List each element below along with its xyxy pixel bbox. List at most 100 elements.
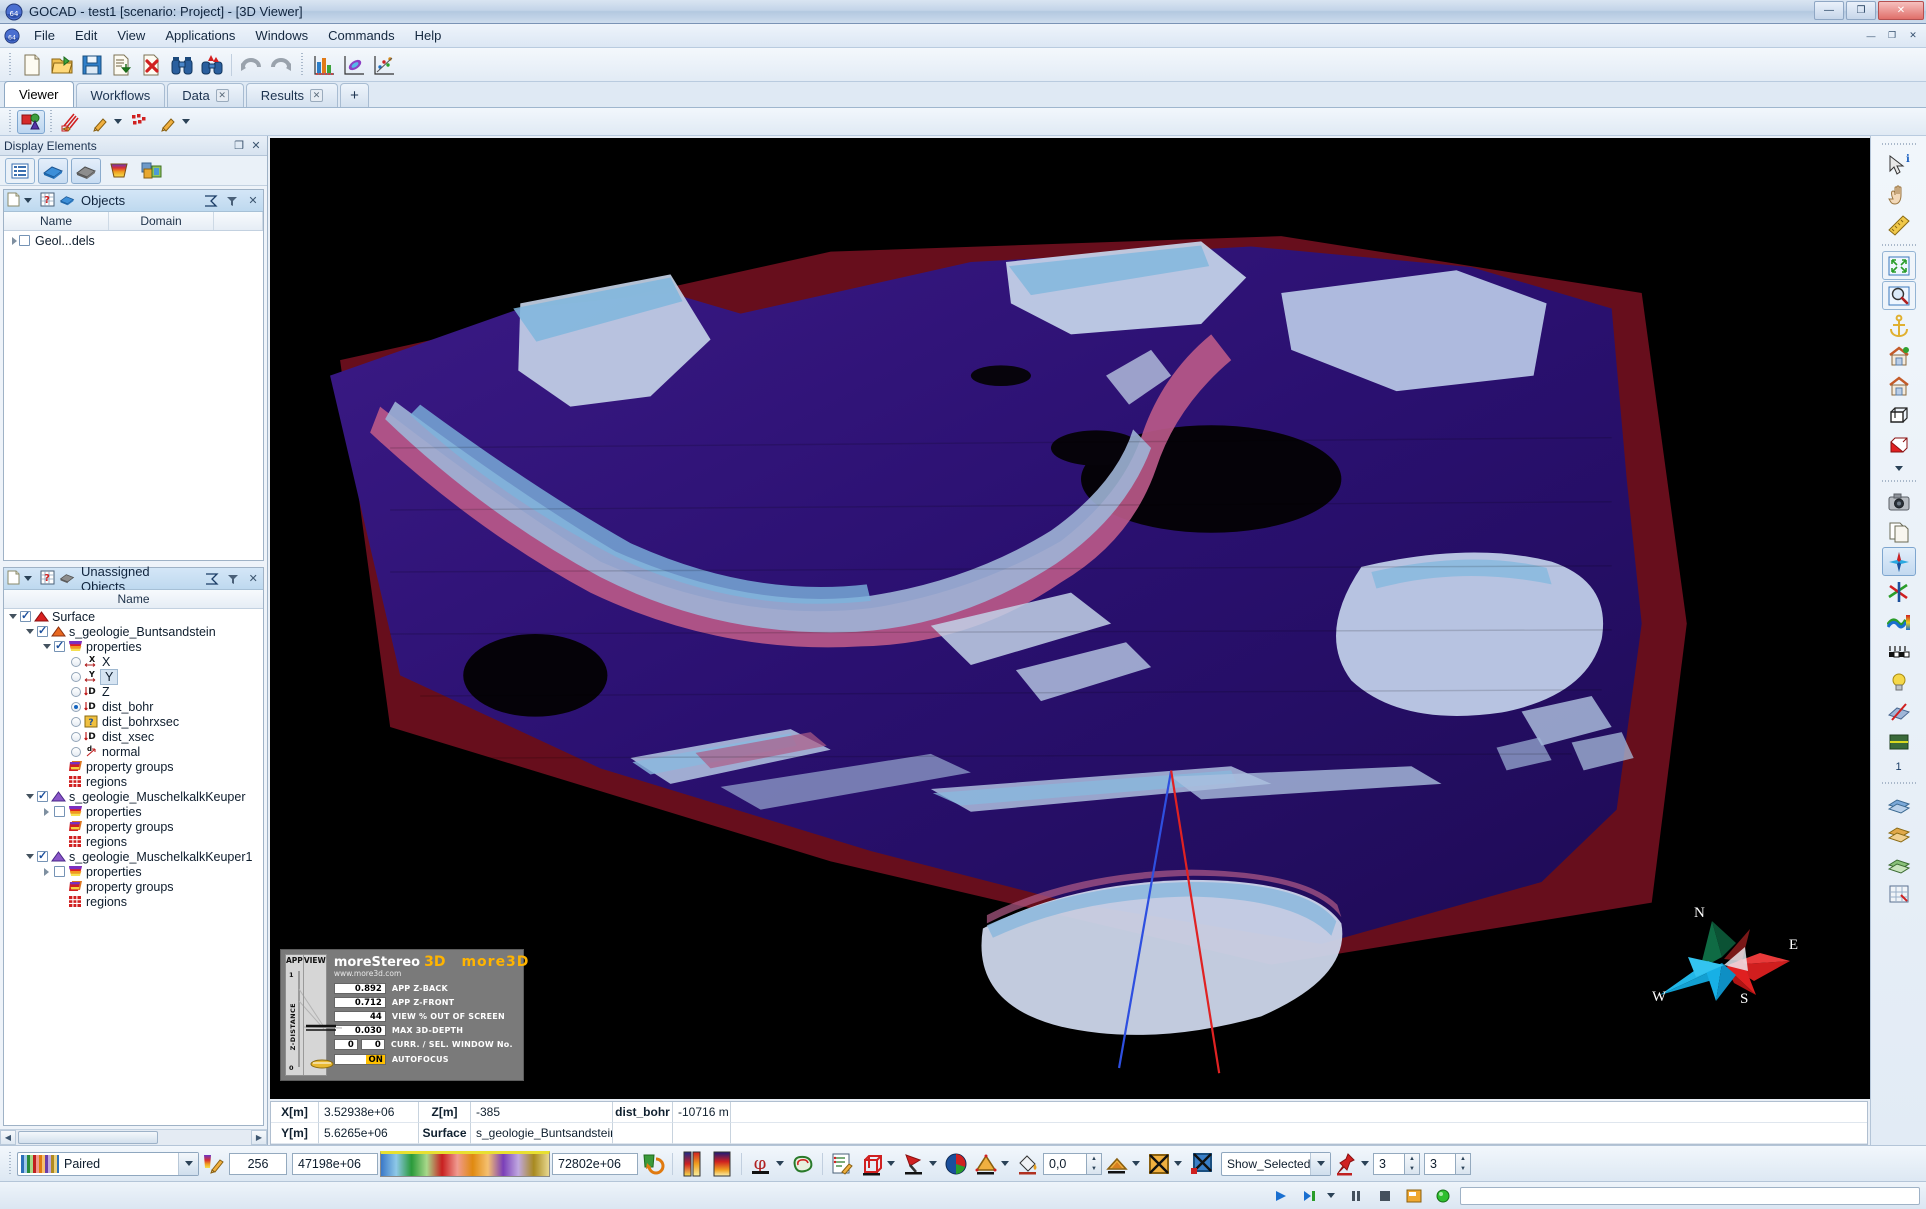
minimize-button[interactable]: —	[1814, 1, 1844, 20]
property-radio[interactable]	[71, 671, 81, 682]
region-outline-icon[interactable]	[788, 1150, 818, 1178]
step-dropdown-icon[interactable]	[1327, 1193, 1335, 1198]
chevron-down-icon[interactable]	[24, 198, 32, 203]
tree-row-property-groups[interactable]: property groups	[4, 879, 263, 894]
colormap-select[interactable]: Paired	[17, 1151, 199, 1176]
bounding-box-icon[interactable]	[1882, 401, 1916, 430]
funnel-icon[interactable]	[225, 194, 239, 208]
layer-number-icon[interactable]: 1	[1882, 757, 1916, 777]
pause-icon[interactable]	[1344, 1186, 1368, 1206]
tree-row-properties[interactable]: properties	[4, 639, 263, 654]
phi-property-icon[interactable]: φ	[746, 1150, 776, 1178]
x-marker-icon[interactable]	[1144, 1150, 1174, 1178]
unassigned-col-name[interactable]: Name	[4, 590, 263, 608]
undock-icon[interactable]: ❐	[232, 139, 246, 153]
tree-row-property-groups[interactable]: property groups	[4, 759, 263, 774]
draw-points-dropdown-icon[interactable]	[182, 119, 190, 124]
edit-properties-icon[interactable]	[827, 1150, 857, 1178]
maximize-button[interactable]: ❐	[1846, 1, 1876, 20]
close-icon[interactable]: ✕	[249, 139, 263, 153]
tree-row-dist-xsec[interactable]: Ddist_xsec	[4, 729, 263, 744]
undo-icon[interactable]	[236, 51, 266, 79]
objects-tree-body[interactable]: Geol...dels	[4, 231, 263, 560]
red-flag-icon[interactable]	[899, 1150, 929, 1178]
right-toolbar-grip-4[interactable]	[1881, 780, 1916, 787]
right-toolbar-grip-2[interactable]	[1881, 242, 1916, 249]
object-display-icon[interactable]	[17, 109, 45, 134]
scatter-density-icon[interactable]	[339, 51, 369, 79]
app-menu-icon[interactable]: 64	[4, 27, 20, 44]
show-mode-dropdown-icon[interactable]	[1310, 1152, 1330, 1175]
solid-box-icon[interactable]	[1882, 431, 1916, 460]
visibility-checkbox[interactable]	[54, 866, 65, 877]
save-icon[interactable]	[77, 51, 107, 79]
tree-row-y[interactable]: YY	[4, 668, 263, 685]
tree-row-property-groups[interactable]: property groups	[4, 819, 263, 834]
property-radio[interactable]	[71, 701, 81, 712]
close-button[interactable]: ✕	[1878, 1, 1924, 20]
paint-bucket-icon[interactable]	[1013, 1150, 1043, 1178]
mdi-close-button[interactable]: ✕	[1904, 28, 1922, 44]
delete-icon[interactable]	[137, 51, 167, 79]
camera-icon[interactable]	[1882, 487, 1916, 516]
tree-row-z[interactable]: DZ	[4, 684, 263, 699]
tree-row-regions[interactable]: regions	[4, 834, 263, 849]
funnel-icon[interactable]	[226, 572, 240, 586]
visibility-checkbox[interactable]	[37, 849, 48, 862]
measure-ruler-icon[interactable]	[1882, 210, 1916, 239]
home-new-icon[interactable]	[1882, 341, 1916, 370]
open-folder-icon[interactable]	[47, 51, 77, 79]
bar-chart-icon[interactable]	[309, 51, 339, 79]
pie-sphere-icon[interactable]	[941, 1150, 971, 1178]
draw-points-icon[interactable]	[126, 110, 154, 134]
visibility-checkbox[interactable]	[20, 609, 31, 622]
menu-file[interactable]: File	[24, 25, 65, 46]
expander-icon[interactable]	[42, 807, 51, 816]
tree-row-regions[interactable]: regions	[4, 894, 263, 909]
pencil-lines-icon[interactable]	[86, 110, 114, 134]
scatter-plot-icon[interactable]	[369, 51, 399, 79]
color-palette-icon[interactable]	[104, 158, 134, 184]
visibility-checkbox[interactable]	[37, 789, 48, 802]
pushpin-dropdown-icon[interactable]	[1361, 1161, 1369, 1166]
copy-pages-icon[interactable]	[1882, 517, 1916, 546]
sort-icon[interactable]	[205, 572, 219, 586]
x-marker-blue-icon[interactable]	[1186, 1150, 1216, 1178]
menu-commands[interactable]: Commands	[318, 25, 404, 46]
visibility-checkbox[interactable]	[54, 639, 65, 652]
opacity-stepper[interactable]: ▲ ▼	[1087, 1152, 1102, 1175]
clip-plane-icon[interactable]	[1882, 697, 1916, 726]
colormap-dropdown-icon[interactable]	[178, 1152, 198, 1175]
grid-layers3-icon[interactable]	[1882, 849, 1916, 878]
expander-icon[interactable]	[25, 792, 34, 801]
axes-icon[interactable]	[1882, 577, 1916, 606]
sort-icon[interactable]	[204, 194, 218, 208]
step-icon[interactable]	[1298, 1186, 1322, 1206]
tree-row-normal[interactable]: d normal	[4, 744, 263, 759]
colormap-surface-icon[interactable]	[1882, 607, 1916, 636]
vertical-colorbar2-icon[interactable]	[707, 1150, 737, 1178]
zoom-magnifier-icon[interactable]	[1881, 281, 1916, 310]
play-icon[interactable]	[1269, 1186, 1293, 1206]
viewer-toolbar-grip-2[interactable]	[49, 109, 54, 134]
unassigned-tree-body[interactable]: Surfaces_geologie_Buntsandsteinpropertie…	[4, 609, 263, 1125]
toolbar-grip[interactable]	[8, 52, 13, 77]
tab-results[interactable]: Results ✕	[245, 83, 339, 107]
binoculars-markers-icon[interactable]	[197, 51, 227, 79]
mdi-restore-button[interactable]: ❐	[1883, 28, 1901, 44]
colormap-bins-field[interactable]: 256	[229, 1152, 287, 1175]
morestereo-overlay[interactable]: APP 1 0 Z-DISTANCE VIEW moreStereo 3D mo…	[280, 949, 528, 1081]
filter-table-icon[interactable]: ?	[40, 192, 55, 210]
mdi-minimize-button[interactable]: —	[1862, 28, 1880, 44]
tab-results-close-icon[interactable]: ✕	[310, 89, 324, 102]
page-icon[interactable]	[7, 570, 20, 588]
tree-row-dist-bohrxsec[interactable]: ? dist_bohrxsec	[4, 714, 263, 729]
property-radio[interactable]	[71, 686, 81, 697]
tree-row-surface[interactable]: Surface	[4, 609, 263, 624]
menu-help[interactable]: Help	[405, 25, 452, 46]
tree-row-s-geologie-muschelkalkkeuper[interactable]: s_geologie_MuschelkalkKeuper	[4, 789, 263, 804]
triangle-surface-icon[interactable]	[971, 1150, 1001, 1178]
anchor-icon[interactable]	[1882, 311, 1916, 340]
expander-icon[interactable]	[42, 642, 51, 651]
redo-icon[interactable]	[266, 51, 296, 79]
